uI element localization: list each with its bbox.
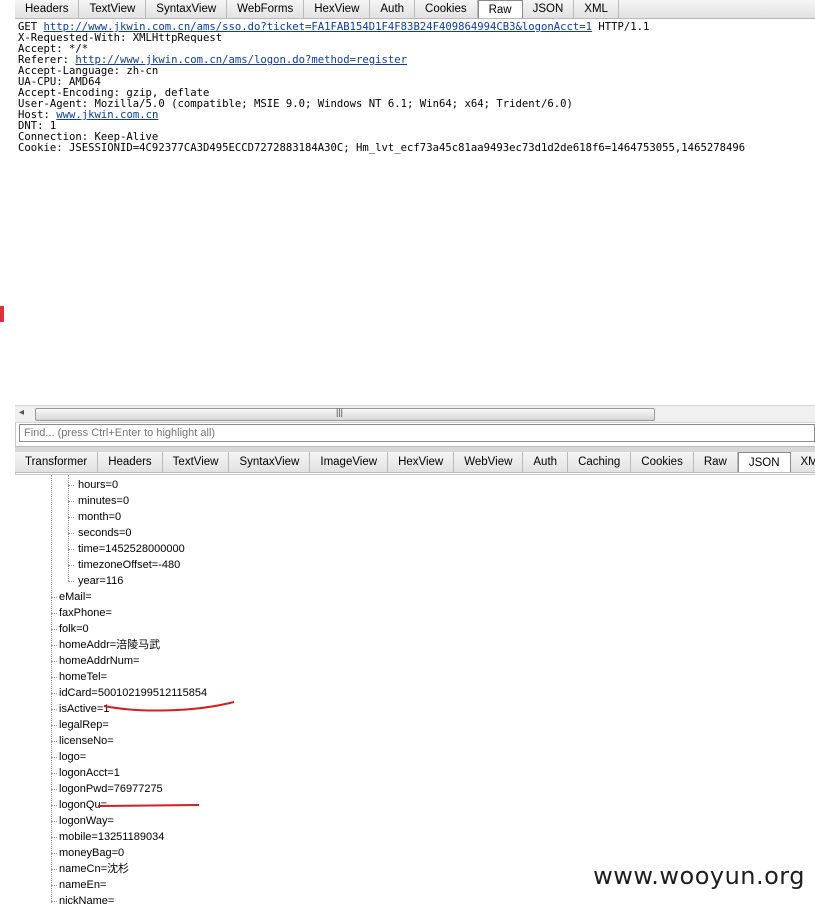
- raw-request-pane: GET http://www.jkwin.com.cn/ams/sso.do?t…: [15, 19, 815, 408]
- horizontal-scrollbar[interactable]: ◂ |||: [15, 405, 815, 423]
- tree-node[interactable]: nickName=: [59, 893, 114, 904]
- tree-branch: [51, 693, 57, 694]
- tree-node[interactable]: mobile=13251189034: [59, 829, 164, 845]
- tree-branch: [51, 677, 57, 678]
- tree-branch: [51, 709, 57, 710]
- tree-branch: [68, 517, 74, 518]
- tree-node[interactable]: idCard=500102199512115854: [59, 685, 207, 701]
- side-marker: [0, 306, 4, 322]
- tree-branch: [51, 869, 57, 870]
- request-tab-json[interactable]: JSON: [523, 0, 575, 18]
- response-tab-syntaxview[interactable]: SyntaxView: [229, 452, 311, 472]
- tree-branch: [51, 837, 57, 838]
- tree-node[interactable]: homeAddr=涪陵马武: [59, 637, 160, 653]
- tree-branch: [51, 629, 57, 630]
- tree-branch: [68, 501, 74, 502]
- tree-node[interactable]: time=1452528000000: [78, 541, 185, 557]
- tree-node[interactable]: faxPhone=: [59, 605, 112, 621]
- header-cookie: Cookie: JSESSIONID=4C92377CA3D495ECCD727…: [18, 142, 746, 154]
- response-tab-textview[interactable]: TextView: [163, 452, 230, 472]
- tree-branch: [51, 821, 57, 822]
- tree-node[interactable]: logonAcct=1: [59, 765, 120, 781]
- request-tab-headers[interactable]: Headers: [15, 0, 80, 18]
- response-tab-imageview[interactable]: ImageView: [310, 452, 389, 472]
- tree-node[interactable]: folk=0: [59, 621, 89, 637]
- request-tab-xml[interactable]: XML: [574, 0, 619, 18]
- tree-node[interactable]: nameEn=: [59, 877, 106, 893]
- left-gutter: [0, 0, 16, 904]
- tree-branch: [51, 853, 57, 854]
- request-inspector-tabs: Headers TextView SyntaxView WebForms HexView…: [15, 0, 815, 19]
- tree-node[interactable]: seconds=0: [78, 525, 132, 541]
- host-link[interactable]: www.jkwin.com.cn: [56, 109, 158, 121]
- request-tab-auth[interactable]: Auth: [370, 0, 416, 18]
- tree-node[interactable]: moneyBag=0: [59, 845, 124, 861]
- scrollbar-thumb[interactable]: |||: [35, 407, 655, 421]
- tree-node[interactable]: licenseNo=: [59, 733, 114, 749]
- tree-branch: [68, 485, 74, 486]
- tree-branch: [68, 533, 74, 534]
- request-tab-syntaxview[interactable]: SyntaxView: [146, 0, 228, 18]
- tree-branch: [51, 773, 57, 774]
- response-tab-headers[interactable]: Headers: [98, 452, 163, 472]
- json-tree-view: hours=0 minutes=0 month=0 seconds=0 time=145…: [15, 474, 815, 904]
- tree-branch: [68, 549, 74, 550]
- request-tab-hexview[interactable]: HexView: [304, 0, 371, 18]
- tree-node[interactable]: hours=0: [78, 477, 118, 493]
- tree-node[interactable]: homeTel=: [59, 669, 107, 685]
- tree-branch: [51, 645, 57, 646]
- find-input[interactable]: [19, 424, 815, 442]
- request-tab-cookies[interactable]: Cookies: [415, 0, 478, 18]
- grip-icon: |||: [336, 407, 344, 417]
- tree-node[interactable]: homeAddrNum=: [59, 653, 139, 669]
- response-tab-caching[interactable]: Caching: [568, 452, 632, 472]
- tree-branch: [51, 597, 57, 598]
- request-protocol: HTTP/1.1: [592, 21, 650, 33]
- tree-branch: [68, 565, 74, 566]
- response-tab-webview[interactable]: WebView: [454, 452, 524, 472]
- tree-branch: [51, 725, 57, 726]
- response-tab-cookies[interactable]: Cookies: [631, 452, 694, 472]
- tree-branch: [51, 741, 57, 742]
- response-tab-xml[interactable]: XML: [791, 452, 815, 472]
- tree-branch: [51, 789, 57, 790]
- request-tab-raw[interactable]: Raw: [477, 0, 523, 18]
- scroll-left-icon[interactable]: ◂: [19, 407, 24, 418]
- tree-node[interactable]: timezoneOffset=-480: [78, 557, 180, 573]
- tree-branch: [51, 805, 57, 806]
- tree-branch: [51, 885, 57, 886]
- tree-node[interactable]: legalRep=: [59, 717, 109, 733]
- response-inspector-tabs: Transformer Headers TextView SyntaxView Imag…: [15, 452, 815, 473]
- tree-branch: [51, 613, 57, 614]
- tree-branch: [51, 757, 57, 758]
- response-tab-hexview[interactable]: HexView: [388, 452, 455, 472]
- tree-branch: [51, 901, 57, 902]
- tree-node[interactable]: logo=: [59, 749, 86, 765]
- response-tab-auth[interactable]: Auth: [523, 452, 569, 472]
- tree-node[interactable]: isActive=1: [59, 701, 109, 717]
- tree-node[interactable]: eMail=: [59, 589, 92, 605]
- tree-branch: [51, 661, 57, 662]
- tree-node[interactable]: minutes=0: [78, 493, 129, 509]
- tree-node[interactable]: nameCn=沈杉: [59, 861, 129, 877]
- tree-connector: [51, 475, 52, 904]
- watermark: www.wooyun.org: [593, 862, 805, 890]
- request-tab-webforms[interactable]: WebForms: [227, 0, 305, 18]
- response-tab-transformer[interactable]: Transformer: [15, 452, 99, 472]
- tree-branch: [68, 581, 74, 582]
- request-tab-textview[interactable]: TextView: [79, 0, 147, 18]
- tree-node[interactable]: logonPwd=76977275: [59, 781, 163, 797]
- response-tab-raw[interactable]: Raw: [694, 452, 738, 472]
- tree-node[interactable]: logonWay=: [59, 813, 114, 829]
- response-tab-json[interactable]: JSON: [737, 452, 791, 472]
- tree-node[interactable]: year=116: [78, 573, 123, 589]
- tree-node[interactable]: logonQu=: [59, 797, 107, 813]
- tree-node[interactable]: month=0: [78, 509, 121, 525]
